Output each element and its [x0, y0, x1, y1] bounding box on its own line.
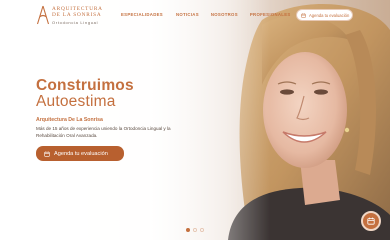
- carousel-dot[interactable]: [186, 228, 190, 232]
- top-navigation-bar: ARQUITECTURA DE LA SONRISA Ortodoncia Li…: [0, 0, 390, 32]
- hero-title-bold: Construimos: [36, 77, 134, 94]
- calendar-icon: [301, 12, 306, 18]
- floating-calendar-button[interactable]: [361, 211, 381, 231]
- nav-item-noticias[interactable]: NOTICIAS: [176, 12, 199, 17]
- carousel-dot[interactable]: [200, 228, 204, 232]
- header-book-evaluation-button[interactable]: Agenda tu evaluación: [296, 9, 353, 21]
- brand-line-2: DE LA SONRISA: [52, 12, 102, 19]
- hero-headline: Construimos Autoestima: [36, 78, 134, 110]
- header-cta-label: Agenda tu evaluación: [309, 12, 350, 18]
- hero-subtitle: Arquitectura De La Sonrisa: [36, 117, 103, 123]
- brand-text: ARQUITECTURA DE LA SONRISA Ortodoncia Li…: [52, 6, 103, 25]
- hero-book-evaluation-button[interactable]: Agenda tu evaluación: [36, 146, 124, 161]
- brand-logo[interactable]: ARQUITECTURA DE LA SONRISA Ortodoncia Li…: [36, 5, 103, 25]
- calendar-icon: [44, 150, 50, 157]
- hero-cta-label: Agenda tu evaluación: [54, 150, 108, 157]
- nav-item-profesionales[interactable]: PROFESIONALES: [250, 12, 291, 17]
- logo-mark-icon: [36, 5, 50, 25]
- carousel-indicators: [186, 228, 207, 232]
- carousel-dot[interactable]: [193, 228, 197, 232]
- hero-title-light: Autoestima: [36, 93, 116, 110]
- hero-section: ARQUITECTURA DE LA SONRISA Ortodoncia Li…: [0, 0, 390, 240]
- hero-description: Más de 15 años de experiencia uniendo la…: [36, 126, 171, 138]
- calendar-icon: [367, 217, 375, 225]
- nav-item-especialidades[interactable]: ESPECIALIDADES: [121, 12, 163, 17]
- brand-tagline: Ortodoncia Lingual: [52, 19, 99, 25]
- nav-item-nosotros[interactable]: NOSOTROS: [211, 12, 238, 17]
